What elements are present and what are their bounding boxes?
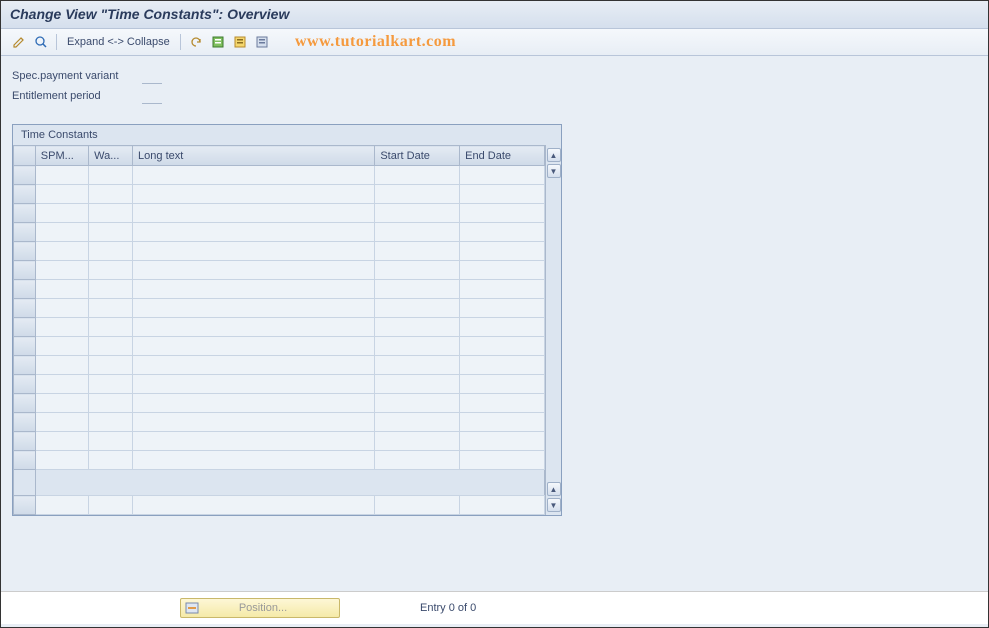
position-label: Position... — [205, 602, 339, 614]
watermark-text: www.tutorialkart.com — [295, 33, 456, 51]
deselect-all-icon[interactable] — [253, 33, 271, 51]
table-row[interactable] — [14, 242, 545, 261]
toolbar: Expand <-> Collapse www.tutorialkart.com — [0, 29, 989, 56]
row-selector[interactable] — [14, 394, 36, 413]
table-row[interactable] — [14, 432, 545, 451]
table-row[interactable] — [14, 223, 545, 242]
table-row[interactable] — [14, 394, 545, 413]
scroll-up-icon[interactable]: ▲ — [547, 148, 561, 162]
undo-icon[interactable] — [187, 33, 205, 51]
page-title: Change View "Time Constants": Overview — [10, 6, 979, 22]
table-row[interactable] — [14, 185, 545, 204]
table-row[interactable] — [14, 451, 545, 470]
expand-collapse-button[interactable]: Expand <-> Collapse — [63, 36, 174, 48]
col-wa[interactable]: Wa... — [89, 146, 133, 166]
time-constants-table: SPM... Wa... Long text Start Date End Da… — [13, 145, 545, 515]
row-selector[interactable] — [14, 318, 36, 337]
time-constants-panel: Time Constants SPM... Wa... Long text St… — [12, 124, 562, 516]
footer-bar: Position... Entry 0 of 0 — [0, 591, 989, 624]
col-longtext[interactable]: Long text — [133, 146, 375, 166]
row-selector[interactable] — [14, 223, 36, 242]
table-row[interactable] — [14, 337, 545, 356]
toolbar-separator — [180, 34, 181, 50]
table-row[interactable] — [14, 375, 545, 394]
title-bar: Change View "Time Constants": Overview — [0, 0, 989, 29]
col-spmd[interactable]: SPM... — [35, 146, 88, 166]
row-selector[interactable] — [14, 337, 36, 356]
row-selector[interactable] — [14, 166, 36, 185]
select-block-icon[interactable] — [231, 33, 249, 51]
table-row[interactable] — [14, 413, 545, 432]
position-button[interactable]: Position... — [180, 598, 340, 618]
row-selector[interactable] — [14, 375, 36, 394]
toggle-change-icon[interactable] — [10, 33, 28, 51]
entry-count: Entry 0 of 0 — [420, 602, 476, 614]
entitlement-input[interactable] — [142, 88, 162, 104]
row-selector[interactable] — [14, 204, 36, 223]
col-startdate[interactable]: Start Date — [375, 146, 460, 166]
vertical-scrollbar[interactable]: ▲ ▼ ▲ ▼ — [545, 145, 561, 515]
table-row[interactable] — [14, 280, 545, 299]
table-row[interactable] — [14, 204, 545, 223]
row-selector[interactable] — [14, 261, 36, 280]
table-row[interactable] — [14, 356, 545, 375]
table-row[interactable] — [14, 299, 545, 318]
table-row[interactable] — [14, 261, 545, 280]
field-row: Spec.payment variant — [12, 68, 977, 84]
row-selector[interactable] — [14, 451, 36, 470]
spec-payment-label: Spec.payment variant — [12, 70, 142, 82]
row-selector[interactable] — [14, 242, 36, 261]
table-gap — [14, 470, 545, 496]
entitlement-label: Entitlement period — [12, 90, 142, 102]
row-selector[interactable] — [14, 299, 36, 318]
position-icon — [183, 600, 201, 616]
table-body — [14, 166, 545, 515]
details-icon[interactable] — [32, 33, 50, 51]
table-row[interactable] — [14, 166, 545, 185]
row-selector[interactable] — [14, 280, 36, 299]
spec-payment-input[interactable] — [142, 68, 162, 84]
row-selector[interactable] — [14, 356, 36, 375]
panel-title: Time Constants — [13, 125, 561, 145]
row-selector-header[interactable] — [14, 146, 36, 166]
scroll-down-icon[interactable]: ▼ — [547, 498, 561, 512]
field-row: Entitlement period — [12, 88, 977, 104]
col-enddate[interactable]: End Date — [460, 146, 545, 166]
row-selector[interactable] — [14, 185, 36, 204]
row-selector[interactable] — [14, 496, 36, 515]
toolbar-separator — [56, 34, 57, 50]
content-area: Spec.payment variant Entitlement period … — [0, 56, 989, 628]
scroll-down-icon[interactable]: ▼ — [547, 164, 561, 178]
table-row[interactable] — [14, 496, 545, 515]
scroll-up-icon[interactable]: ▲ — [547, 482, 561, 496]
table-row[interactable] — [14, 318, 545, 337]
row-selector[interactable] — [14, 432, 36, 451]
select-all-icon[interactable] — [209, 33, 227, 51]
row-selector[interactable] — [14, 413, 36, 432]
